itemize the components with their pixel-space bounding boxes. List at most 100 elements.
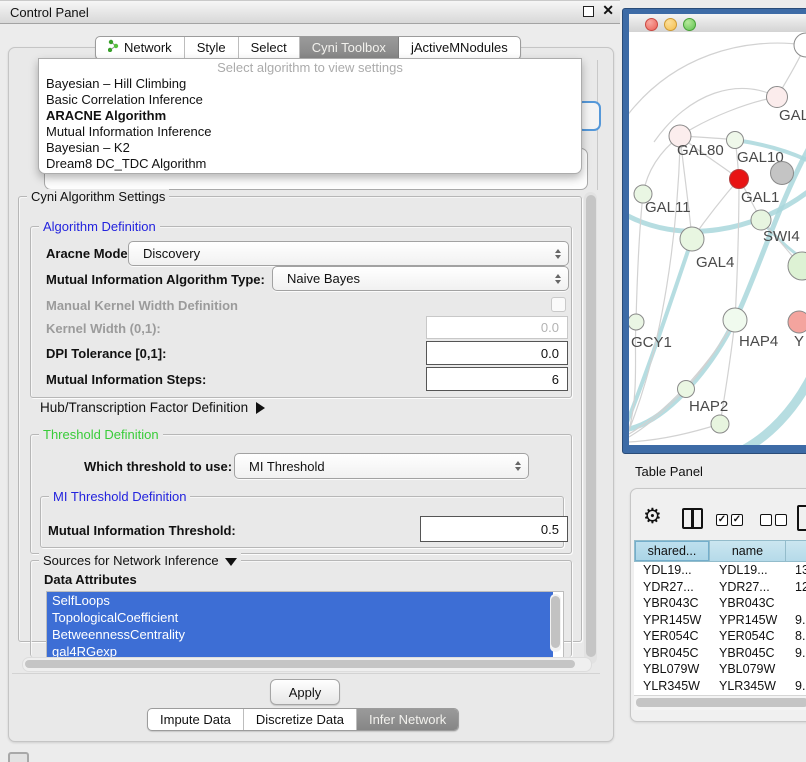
aracne-mode-combobox[interactable]: Discovery — [128, 241, 569, 266]
table-rows[interactable]: YDL19...YDL19...13YDR27...YDR27...12YBR0… — [634, 562, 806, 702]
unchecked-checkbox-icon[interactable] — [775, 514, 787, 526]
table-row[interactable]: YPR145WYPR145W9. — [634, 612, 806, 629]
dropdown-item-mutual-information-inference[interactable]: Mutual Information Inference — [39, 124, 581, 140]
network-node-gal1[interactable] — [730, 170, 749, 189]
network-node-y[interactable] — [788, 311, 806, 333]
table-cell: YBR043C — [634, 595, 710, 612]
table-cell: 8. — [786, 628, 806, 645]
network-node-hap2[interactable] — [678, 381, 695, 398]
table-hscrollbar[interactable] — [634, 695, 806, 710]
network-window-titlebar[interactable] — [629, 14, 806, 33]
apply-button[interactable]: Apply — [270, 679, 340, 705]
list-item[interactable]: TopologicalCoefficient — [47, 609, 553, 626]
data-attributes-label: Data Attributes — [44, 572, 137, 587]
tab-select[interactable]: Select — [239, 37, 300, 59]
sources-title[interactable]: Sources for Network Inference — [39, 553, 241, 568]
dropdown-item-aracne-algorithm[interactable]: ARACNE Algorithm — [39, 108, 581, 124]
divider — [12, 673, 600, 674]
which-threshold-combobox[interactable]: MI Threshold — [234, 453, 529, 479]
network-node[interactable] — [711, 415, 729, 433]
table-row[interactable]: YER054CYER054C8. — [634, 628, 806, 645]
column-header[interactable]: name — [710, 540, 786, 562]
screen: Control Panel ✕ NetworkStyleSelectCyni T… — [0, 0, 806, 762]
tab-network[interactable]: Network — [96, 37, 185, 59]
hub-definition-toggle[interactable]: Hub/Transcription Factor Definition — [40, 400, 265, 415]
tab-jactivemnodules[interactable]: jActiveMNodules — [399, 37, 520, 59]
collapsed-panel-icon[interactable] — [8, 752, 29, 762]
zoom-window-icon[interactable] — [683, 18, 696, 31]
tab-impute-data[interactable]: Impute Data — [148, 709, 244, 730]
mi-steps-field[interactable]: 6 — [426, 367, 568, 391]
table-cell — [786, 661, 806, 678]
table-row[interactable]: YBL079WYBL079W — [634, 661, 806, 678]
node-label: GCY1 — [631, 334, 672, 351]
kernel-width-field[interactable]: 0.0 — [426, 316, 568, 339]
minimize-window-icon[interactable] — [664, 18, 677, 31]
settings-hscrollbar-thumb[interactable] — [25, 660, 575, 668]
float-panel-icon[interactable] — [583, 6, 594, 17]
network-node-gcy1[interactable] — [629, 314, 644, 330]
table-row[interactable]: YDR27...YDR27...12 — [634, 579, 806, 596]
table-row[interactable]: YBR043CYBR043C — [634, 595, 806, 612]
mi-type-combobox[interactable]: Naive Bayes — [272, 266, 569, 291]
table-row[interactable]: YLR345WYLR345W9. — [634, 678, 806, 695]
tab-discretize-data[interactable]: Discretize Data — [244, 709, 357, 730]
table-tool-icon[interactable] — [797, 505, 806, 531]
checked-checkbox-icon[interactable]: ✓ — [731, 514, 743, 526]
mi-threshold-field[interactable]: 0.5 — [420, 516, 568, 542]
dropdown-placeholder: Select algorithm to view settings — [39, 59, 581, 76]
dropdown-item-bayesian-hill-climbing[interactable]: Bayesian – Hill Climbing — [39, 76, 581, 92]
table-header-row[interactable]: shared...name — [634, 540, 806, 562]
network-node-gal[interactable] — [767, 87, 788, 108]
list-scrollbar[interactable] — [550, 594, 561, 652]
dropdown-item-basic-correlation-inference[interactable]: Basic Correlation Inference — [39, 92, 581, 108]
table-cell: YDL19... — [634, 562, 710, 579]
network-node[interactable] — [788, 252, 806, 280]
aracne-mode-value: Discovery — [143, 246, 548, 261]
close-window-icon[interactable] — [645, 18, 658, 31]
table-row[interactable]: YBR045CYBR045C9. — [634, 645, 806, 662]
dropdown-item-bayesian-k2[interactable]: Bayesian – K2 — [39, 140, 581, 156]
mi-type-value: Naive Bayes — [287, 271, 548, 286]
network-nodes[interactable]: GAL80GALGAL10GAL1SWI4GAL11GAL4GCY1HAP4YH… — [629, 33, 806, 433]
tab-cyni-toolbox[interactable]: Cyni Toolbox — [300, 37, 399, 59]
settings-vscrollbar-thumb[interactable] — [586, 195, 596, 657]
column-header[interactable] — [786, 540, 806, 562]
hub-definition-label: Hub/Transcription Factor Definition — [40, 400, 248, 415]
network-node[interactable] — [794, 33, 806, 57]
checked-checkbox-icon[interactable]: ✓ — [716, 514, 728, 526]
table-cell: YBL079W — [710, 661, 786, 678]
tab-style[interactable]: Style — [185, 37, 239, 59]
dpi-tolerance-field[interactable]: 0.0 — [426, 341, 568, 365]
threshold-definition-title: Threshold Definition — [39, 427, 163, 442]
combo-stepper-icon — [548, 242, 568, 265]
table-cell: YER054C — [710, 628, 786, 645]
algorithm-definition-title: Algorithm Definition — [39, 219, 160, 234]
data-attributes-list[interactable]: SelfLoopsTopologicalCoefficientBetweenne… — [46, 591, 564, 658]
table-cell: YBR043C — [710, 595, 786, 612]
list-item[interactable]: BetweennessCentrality — [47, 626, 553, 643]
network-node-gal4[interactable] — [680, 227, 704, 251]
manual-kernel-checkbox[interactable] — [551, 297, 566, 312]
list-item[interactable]: gal4RGexp — [47, 643, 553, 658]
list-item[interactable]: SelfLoops — [47, 592, 553, 609]
mi-steps-label: Mutual Information Steps: — [46, 372, 206, 387]
network-node[interactable] — [771, 162, 794, 185]
gear-icon[interactable]: ⚙ — [643, 504, 662, 529]
node-label: HAP4 — [739, 333, 778, 350]
column-header[interactable]: shared... — [634, 540, 710, 562]
network-node-hap4[interactable] — [723, 308, 747, 332]
columns-icon[interactable] — [682, 508, 703, 529]
network-canvas[interactable]: GAL80GALGAL10GAL1SWI4GAL11GAL4GCY1HAP4YH… — [629, 32, 806, 445]
close-panel-icon[interactable]: ✕ — [602, 2, 614, 19]
table-row[interactable]: YDL19...YDL19...13 — [634, 562, 806, 579]
unchecked-checkbox-icon[interactable] — [760, 514, 772, 526]
table-cell: YDR27... — [634, 579, 710, 596]
dropdown-item-dream8-dc-tdc-algorithm[interactable]: Dream8 DC_TDC Algorithm — [39, 156, 581, 172]
node-label: GAL80 — [677, 142, 724, 159]
tab-label: Impute Data — [160, 709, 231, 731]
network-node-swi4[interactable] — [751, 210, 771, 230]
network-node-gal10[interactable] — [727, 132, 744, 149]
tab-infer-network[interactable]: Infer Network — [357, 709, 458, 730]
aracne-mode-label: Aracne Mode: — [46, 246, 132, 261]
